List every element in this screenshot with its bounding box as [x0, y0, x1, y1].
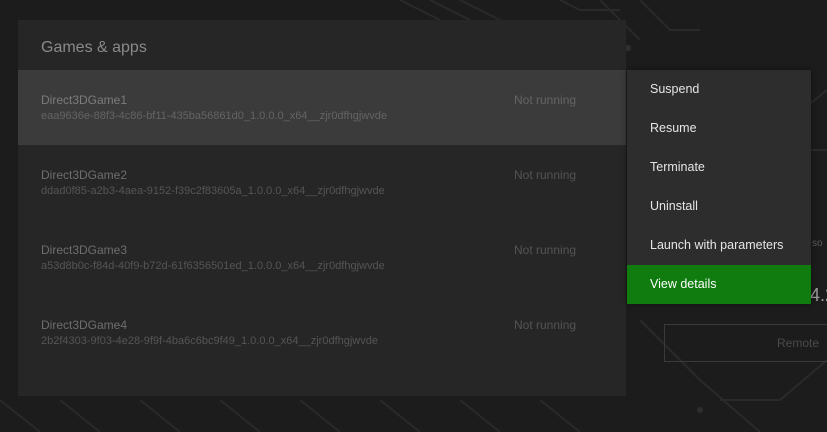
menu-item-label: Terminate: [650, 160, 705, 174]
app-status: Not running: [514, 168, 577, 182]
right-panel-number: 4.2: [810, 285, 827, 305]
app-name: Direct3DGame4: [41, 318, 128, 332]
app-name: Direct3DGame3: [41, 243, 128, 257]
app-status: Not running: [514, 243, 577, 257]
menu-item-label: Suspend: [650, 82, 700, 96]
app-row-direct3dgame2[interactable]: Direct3DGame2 ddad0f85-a2b3-4aea-9152-f3…: [18, 145, 626, 220]
app-package: a53d8b0c-f84d-40f9-b72d-61f6356501ed_1.0…: [41, 260, 385, 272]
menu-item-terminate[interactable]: Terminate: [627, 148, 811, 187]
menu-item-suspend[interactable]: Suspend: [627, 70, 811, 109]
app-row-partial[interactable]: [18, 370, 626, 396]
app-status: Not running: [514, 318, 577, 332]
app-package: ddad0f85-a2b3-4aea-9152-f39c2f83605a_1.0…: [41, 185, 385, 197]
app-package: 2b2f4303-9f03-4e28-9f9f-4ba6c6bc9f49_1.0…: [41, 335, 378, 347]
menu-item-resume[interactable]: Resume: [627, 109, 811, 148]
menu-item-label: View details: [650, 277, 717, 291]
context-menu: Suspend Resume Terminate Uninstall Launc…: [627, 70, 811, 304]
app-status: Not running: [514, 93, 577, 107]
menu-item-uninstall[interactable]: Uninstall: [627, 187, 811, 226]
app-package: eaa9636e-88f3-4c86-bf11-435ba56861d0_1.0…: [41, 110, 387, 122]
panel-title: Games & apps: [41, 39, 147, 56]
app-row-direct3dgame3[interactable]: Direct3DGame3 a53d8b0c-f84d-40f9-b72d-61…: [18, 220, 626, 295]
remote-button[interactable]: Remote: [664, 324, 827, 362]
menu-item-launch-with-parameters[interactable]: Launch with parameters: [627, 226, 811, 265]
app-row-direct3dgame1[interactable]: Direct3DGame1 eaa9636e-88f3-4c86-bf11-43…: [18, 70, 626, 145]
menu-item-view-details[interactable]: View details: [627, 265, 811, 304]
app-name: Direct3DGame2: [41, 168, 128, 182]
menu-item-label: Uninstall: [650, 199, 698, 213]
menu-item-label: Launch with parameters: [650, 238, 784, 252]
app-name: Direct3DGame1: [41, 93, 128, 107]
games-apps-panel: Games & apps Direct3DGame1 eaa9636e-88f3…: [18, 20, 626, 396]
menu-item-label: Resume: [650, 121, 697, 135]
app-row-direct3dgame4[interactable]: Direct3DGame4 2b2f4303-9f03-4e28-9f9f-4b…: [18, 295, 626, 370]
right-panel-small-text: so: [812, 238, 823, 249]
remote-button-label: Remote: [777, 336, 820, 350]
